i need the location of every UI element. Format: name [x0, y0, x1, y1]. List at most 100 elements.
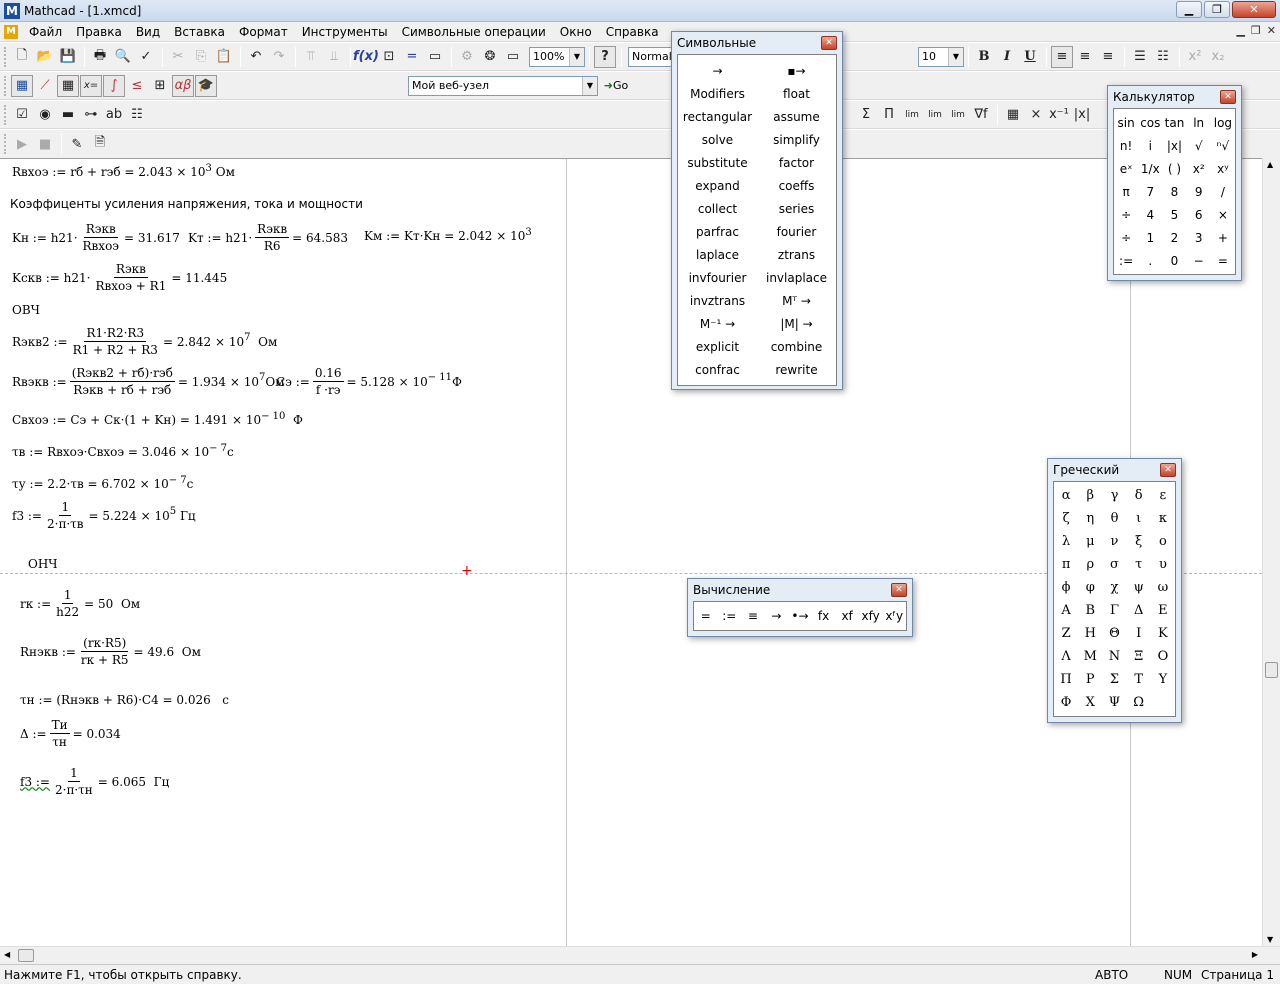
horizontal-scroll-thumb[interactable] [18, 949, 34, 962]
greek-letter-button[interactable]: π [1054, 553, 1078, 576]
fn-equation[interactable]: f3 := 1 2·π·τн = 6.065 Гц [20, 765, 169, 798]
rnekv-equation[interactable]: Rнэкв := (rк·R5) rк + R5 = 49.6 Ом [20, 635, 201, 668]
greek-letter-button[interactable]: Σ [1102, 668, 1126, 691]
evaluation-op-button[interactable]: •→ [788, 602, 812, 630]
stop-icon[interactable]: ■ [34, 133, 56, 155]
symbolic-op-button[interactable]: M⁻¹ → [678, 312, 757, 335]
vertical-scroll-thumb[interactable] [1265, 662, 1278, 678]
calculator-key-button[interactable]: n! [1114, 134, 1138, 157]
greek-letter-button[interactable]: Ω [1127, 691, 1151, 714]
menu-file[interactable]: Файл [22, 22, 69, 42]
greek-letter-button[interactable]: ρ [1078, 553, 1102, 576]
cross-product-icon[interactable]: × [1025, 104, 1047, 126]
radio-control-icon[interactable]: ◉ [34, 104, 56, 126]
help-icon[interactable]: ? [594, 45, 616, 68]
insert-unit-icon[interactable]: ⊡ [378, 46, 400, 68]
minimize-button[interactable]: ▁ [1176, 1, 1202, 18]
matrix-insert-icon[interactable]: ▦ [1002, 104, 1024, 126]
tv-equation[interactable]: τв := Rвхоэ·Cвхоэ = 3.046 × 10− 7c [12, 443, 234, 460]
inverse-icon[interactable]: x⁻¹ [1048, 104, 1070, 126]
button-control-icon[interactable]: ▬ [57, 104, 79, 126]
insert-function-icon[interactable]: f(x) [353, 46, 379, 68]
greek-letter-button[interactable]: Ξ [1127, 645, 1151, 668]
underline-button[interactable]: U [1019, 46, 1041, 68]
doc-icon[interactable]: M [4, 24, 18, 39]
print-icon[interactable]: 🖶 [89, 46, 111, 68]
symbolic-op-button[interactable]: coeffs [757, 174, 836, 197]
evaluation-op-button[interactable]: → [765, 602, 789, 630]
calculator-key-button[interactable]: 6 [1187, 203, 1211, 226]
symbolic-toolbar-icon[interactable]: 🎓 [195, 74, 217, 97]
calculator-key-button[interactable]: . [1138, 249, 1162, 272]
greek-letter-button[interactable]: Κ [1151, 622, 1175, 645]
doc-minimize-button[interactable]: ▁ [1236, 24, 1244, 37]
evaluation-palette[interactable]: Вычисление ✕ =:= ≡ → •→ fx xf xfy xᶠy [687, 578, 913, 637]
heading-text[interactable]: Коэффиценты усиления напряжения, тока и … [10, 197, 363, 211]
symbolic-palette[interactable]: Символьные ✕ → ▪→ Modifiers float rectangular… [671, 31, 843, 390]
symbolic-op-button[interactable]: invztrans [678, 289, 757, 312]
step-icon[interactable]: ▶ [11, 133, 33, 155]
calculator-palette[interactable]: Калькулятор ✕ sin cos tan ln log n! i |x| √ ⁿ√ eˣ 1/… [1107, 85, 1242, 281]
evaluation-op-button[interactable]: xᶠy [882, 602, 906, 630]
symbolic-op-button[interactable]: invfourier [678, 266, 757, 289]
calculator-key-button[interactable]: / [1211, 180, 1235, 203]
greek-letter-button[interactable]: Φ [1054, 691, 1078, 714]
symbolic-op-button[interactable]: ztrans [757, 243, 836, 266]
symbolic-op-button[interactable]: Modifiers [678, 82, 757, 105]
evaluation-op-button[interactable]: := [718, 602, 742, 630]
new-icon[interactable]: 🗋 [11, 46, 33, 68]
calculator-key-button[interactable]: 8 [1162, 180, 1186, 203]
calculator-toolbar-icon[interactable]: ▦ [11, 74, 33, 97]
ty-equation[interactable]: τу := 2.2·τв = 6.702 × 10− 7c [12, 475, 193, 492]
evaluation-close-icon[interactable]: ✕ [891, 583, 907, 597]
symbolic-op-button[interactable]: solve [678, 128, 757, 151]
slider-control-icon[interactable]: ⊶ [80, 104, 102, 126]
symbolic-op-button[interactable]: fourier [757, 220, 836, 243]
close-button[interactable]: ✕ [1232, 1, 1276, 18]
evaluation-op-button[interactable]: = [694, 602, 718, 630]
sum-icon[interactable]: Σ [855, 104, 877, 126]
symbolic-op-button[interactable]: rectangular [678, 105, 757, 128]
vertical-scrollbar[interactable]: ▲ ▼ [1262, 158, 1280, 946]
italic-button[interactable]: I [996, 46, 1018, 68]
menu-symbolics[interactable]: Символьные операции [395, 22, 553, 42]
limit-icon[interactable]: lim [901, 104, 923, 126]
symbolic-op-button[interactable]: combine [757, 335, 836, 358]
greek-letter-button[interactable]: τ [1127, 553, 1151, 576]
graph-toolbar-icon[interactable]: ⟋ [34, 75, 56, 97]
evaluation-toolbar-icon[interactable]: x= [80, 74, 102, 97]
calculator-key-button[interactable]: × [1211, 203, 1235, 226]
greek-letter-button[interactable]: Μ [1078, 645, 1102, 668]
symbolic-op-button[interactable]: rewrite [757, 358, 836, 381]
symbolic-op-button[interactable]: substitute [678, 151, 757, 174]
evaluation-op-button[interactable]: ≡ [741, 602, 765, 630]
greek-letter-button[interactable]: Γ [1102, 599, 1126, 622]
limit-plus-icon[interactable]: lim [924, 104, 946, 126]
copy-icon[interactable]: ⎘ [190, 46, 212, 68]
symbolic-op-button[interactable]: explicit [678, 335, 757, 358]
scroll-up-icon[interactable]: ▲ [1267, 160, 1273, 169]
calculator-key-button[interactable]: 3 [1187, 226, 1211, 249]
f3-equation[interactable]: f3 := 1 2·π·τв = 5.224 × 10 5 Гц [12, 499, 196, 532]
symbolic-op-button[interactable]: laplace [678, 243, 757, 266]
symbolic-op-button[interactable]: collect [678, 197, 757, 220]
toolbar-grip[interactable] [4, 46, 7, 67]
trace-window-icon[interactable]: 🗎 [89, 133, 111, 155]
calculator-key-button[interactable]: i [1138, 134, 1162, 157]
align-left-icon[interactable]: ≡ [1051, 45, 1073, 68]
calculator-key-button[interactable]: ⁿ√ [1211, 134, 1235, 157]
align-center-icon[interactable]: ≡ [1074, 46, 1096, 68]
go-button[interactable]: ➜ Go [598, 75, 634, 97]
rvhoe-equation[interactable]: Rвхоэ := rб + rэб = 2.043 × 10 3 Ом [12, 163, 235, 180]
greek-letter-button[interactable]: σ [1102, 553, 1126, 576]
textbox-control-icon[interactable]: ab [103, 104, 125, 126]
ce-equation[interactable]: Cэ := 0.16 f ·rэ = 5.128 × 10− 11 Ф [276, 365, 462, 398]
calculator-key-button[interactable]: xʸ [1211, 157, 1235, 180]
calculator-key-button[interactable]: √ [1187, 134, 1211, 157]
redo-icon[interactable]: ↷ [268, 46, 290, 68]
horizontal-scrollbar[interactable]: ◀ ▶ [0, 946, 1280, 964]
greek-letter-button[interactable]: Υ [1151, 668, 1175, 691]
symbolic-op-button[interactable]: parfrac [678, 220, 757, 243]
greek-letter-button[interactable]: Η [1078, 622, 1102, 645]
calculator-key-button[interactable]: eˣ [1114, 157, 1138, 180]
